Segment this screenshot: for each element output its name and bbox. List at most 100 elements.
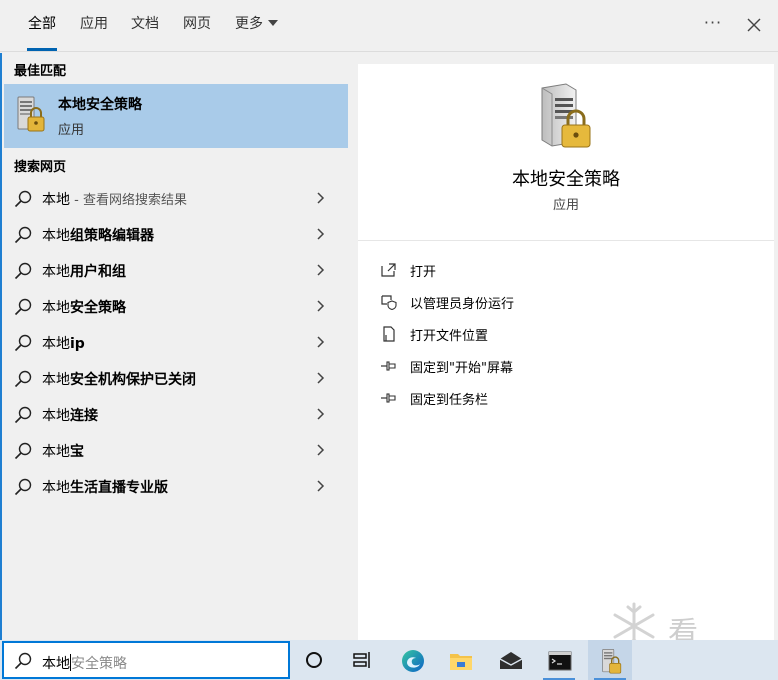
web-result-completion: 宝 <box>70 444 84 460</box>
chevron-right-icon[interactable] <box>315 299 325 313</box>
chevron-right-icon[interactable] <box>315 227 325 241</box>
edge-browser-icon <box>402 650 424 672</box>
action-pin-to-taskbar[interactable]: 固定到任务栏 <box>378 384 758 412</box>
tab-all-label: 全部 <box>28 16 56 32</box>
action-pin-to-start[interactable]: 固定到"开始"屏幕 <box>378 352 758 380</box>
cortana-circle-icon <box>306 652 322 668</box>
open-icon <box>381 263 396 277</box>
close-button[interactable] <box>742 12 766 38</box>
web-result-prefix: 本地 <box>42 480 70 496</box>
search-icon <box>14 190 32 208</box>
web-result-hint: - 查看网络搜索结果 <box>70 193 187 208</box>
security-policy-large-icon <box>541 83 591 148</box>
web-result-item[interactable]: 本地生活直播专业版 <box>2 468 348 504</box>
taskbar: 本地安全策略 <box>0 640 778 680</box>
folder-icon <box>450 654 472 670</box>
taskbar-command-prompt[interactable] <box>537 640 581 680</box>
tab-documents[interactable]: 文档 <box>131 0 159 52</box>
search-icon <box>14 652 32 670</box>
chevron-right-icon[interactable] <box>315 191 325 205</box>
web-result-text: 本地连接 <box>42 405 98 425</box>
web-result-prefix: 本地 <box>42 300 70 316</box>
taskbar-file-explorer[interactable] <box>438 640 482 680</box>
web-result-item[interactable]: 本地宝 <box>2 432 348 468</box>
chevron-right-icon[interactable] <box>315 335 325 349</box>
web-search-title: 搜索网页 <box>14 160 67 175</box>
action-open-label: 打开 <box>410 265 437 280</box>
taskbar-security-policy[interactable] <box>588 640 632 680</box>
pin-icon <box>381 361 396 371</box>
more-options-button[interactable]: ··· <box>700 12 726 38</box>
web-result-item[interactable]: 本地连接 <box>2 396 348 432</box>
detail-divider <box>358 240 774 241</box>
action-open-file-location-label: 打开文件位置 <box>410 329 489 344</box>
detail-panel: 本地安全策略 应用 打开 以管理员身份运行 打开文件位置 固定到"开始"屏幕 固… <box>358 64 774 640</box>
web-result-prefix: 本地 <box>42 372 70 388</box>
web-result-item[interactable]: 本地安全机构保护已关闭 <box>2 360 348 396</box>
web-result-completion: 用户和组 <box>70 264 126 280</box>
search-suggestion-text: 安全策略 <box>71 656 127 672</box>
search-icon <box>14 406 32 424</box>
web-result-item[interactable]: 本地组策略编辑器 <box>2 216 348 252</box>
web-result-text: 本地ip <box>42 333 85 353</box>
task-view-icon <box>353 652 370 668</box>
tab-more[interactable]: 更多 <box>235 0 278 52</box>
web-result-text: 本地生活直播专业版 <box>42 477 168 497</box>
pin-icon <box>381 393 396 403</box>
web-result-text: 本地 - 查看网络搜索结果 <box>42 189 187 209</box>
tab-more-label: 更多 <box>235 16 263 32</box>
chevron-right-icon[interactable] <box>315 407 325 421</box>
taskbar-edge-browser[interactable] <box>390 640 434 680</box>
web-result-text: 本地安全策略 <box>42 297 126 317</box>
web-result-text: 本地用户和组 <box>42 261 126 281</box>
task-view-button[interactable] <box>340 640 384 680</box>
search-icon <box>14 334 32 352</box>
security-policy-icon <box>17 96 45 132</box>
chevron-down-icon <box>268 20 278 26</box>
search-icon <box>14 298 32 316</box>
close-icon <box>747 18 761 32</box>
web-result-completion: ip <box>70 336 85 352</box>
best-match-title: 最佳匹配 <box>14 64 67 79</box>
chevron-right-icon[interactable] <box>315 371 325 385</box>
web-result-item[interactable]: 本地 - 查看网络搜索结果 <box>2 180 348 216</box>
web-result-item[interactable]: 本地ip <box>2 324 348 360</box>
tab-apps[interactable]: 应用 <box>80 0 108 52</box>
search-icon <box>14 442 32 460</box>
chevron-right-icon[interactable] <box>315 443 325 457</box>
web-result-prefix: 本地 <box>42 336 70 352</box>
search-icon <box>14 370 32 388</box>
action-run-as-admin-label: 以管理员身份运行 <box>410 297 515 312</box>
start-search-window: 全部 应用 文档 网页 更多 ··· 最佳匹配 本地安全策略 应用 搜索网页 本… <box>0 0 778 680</box>
detail-app-name: 本地安全策略 <box>512 169 620 190</box>
web-result-prefix: 本地 <box>42 228 70 244</box>
action-run-as-admin[interactable]: 以管理员身份运行 <box>378 288 758 316</box>
action-pin-to-start-label: 固定到"开始"屏幕 <box>410 361 513 376</box>
chevron-right-icon[interactable] <box>315 479 325 493</box>
web-result-prefix: 本地 <box>42 408 70 424</box>
search-icon <box>14 262 32 280</box>
results-panel: 最佳匹配 本地安全策略 应用 搜索网页 本地 - 查看网络搜索结果 本地组策略编辑… <box>2 53 356 640</box>
action-open-file-location[interactable]: 打开文件位置 <box>378 320 758 348</box>
tab-apps-label: 应用 <box>80 16 108 32</box>
action-pin-to-taskbar-label: 固定到任务栏 <box>410 393 489 408</box>
cortana-button[interactable] <box>292 640 336 680</box>
best-match-type: 应用 <box>58 123 85 138</box>
detail-app-type: 应用 <box>552 198 579 213</box>
taskbar-search-box[interactable]: 本地安全策略 <box>2 641 290 679</box>
web-result-item[interactable]: 本地安全策略 <box>2 288 348 324</box>
web-result-completion: 生活直播专业版 <box>70 480 168 496</box>
taskbar-mail[interactable] <box>488 640 532 680</box>
web-result-item[interactable]: 本地用户和组 <box>2 252 348 288</box>
action-open[interactable]: 打开 <box>378 256 758 284</box>
search-icon <box>14 226 32 244</box>
web-result-text: 本地宝 <box>42 441 84 461</box>
best-match-result[interactable]: 本地安全策略 应用 <box>4 84 348 148</box>
chevron-right-icon[interactable] <box>315 263 325 277</box>
web-result-text: 本地安全机构保护已关闭 <box>42 369 196 389</box>
tab-all[interactable]: 全部 <box>27 0 57 52</box>
security-policy-icon <box>602 649 622 674</box>
tab-web-label: 网页 <box>183 16 211 32</box>
web-result-completion: 组策略编辑器 <box>70 228 154 244</box>
tab-web[interactable]: 网页 <box>183 0 211 52</box>
